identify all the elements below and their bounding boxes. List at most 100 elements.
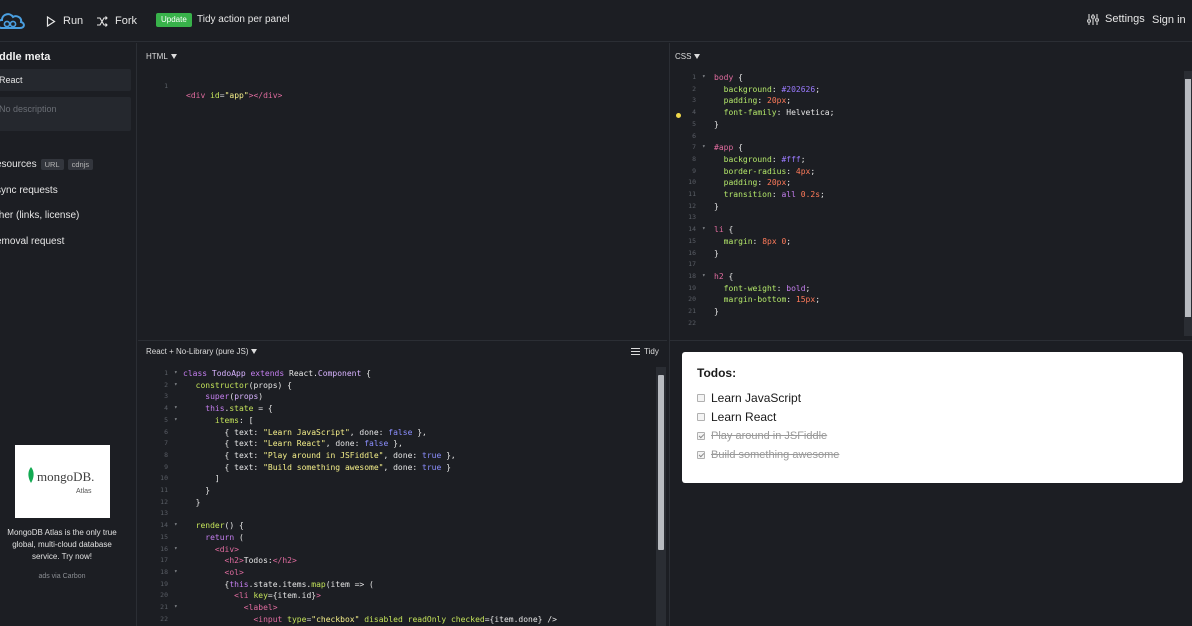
caret-down-icon [694,54,701,59]
html-code[interactable]: 1 <div id="app"></div> [150,73,282,100]
ad-brand: mongoDB. [37,469,95,484]
css-code[interactable]: 1 ▾ body { 2 background: #202626; 3 paddin… [678,73,834,327]
line-number: 10 [688,178,696,187]
fold-icon[interactable]: ▾ [174,568,178,575]
ad-via-link[interactable]: ads via Carbon [0,573,124,580]
line-number: 12 [160,497,168,506]
line-number: 4 [692,108,696,117]
line-number: 5 [692,119,696,128]
fold-icon[interactable]: ▾ [702,272,706,279]
resources-label: esources [0,159,37,170]
line-number: 9 [164,462,168,471]
html-editor-panel[interactable] [138,43,667,340]
line-number: 21 [160,603,168,611]
css-scrollbar[interactable] [1184,71,1192,336]
caret-down-icon [251,349,258,354]
line-number: 2 [692,84,696,93]
update-badge[interactable]: Update [156,13,192,27]
fold-icon[interactable]: ▾ [174,416,178,423]
fold-icon[interactable]: ▾ [174,369,178,376]
fold-icon[interactable]: ▾ [702,225,706,232]
ad-sub: Atlas [76,488,92,495]
todo-text: Learn JavaScript [711,391,802,405]
todo-checkbox [697,413,705,421]
line-number: 22 [160,614,168,623]
fork-label: Fork [115,15,137,27]
url-tag[interactable]: URL [40,159,64,170]
todo-checkbox [697,394,705,402]
carbon-ad-image[interactable]: mongoDB. Atlas [15,445,110,518]
cdnjs-tag[interactable]: cdnjs [67,159,94,170]
line-number: 6 [692,131,696,140]
fiddle-name-input[interactable]: React [0,69,131,91]
todo-item: Learn React [697,410,776,424]
sidebar-item-removal-request[interactable]: emoval request [0,236,64,247]
jsfiddle-logo-icon[interactable] [0,8,26,34]
html-label-text: HTML [146,52,168,61]
fold-icon[interactable]: ▾ [174,404,178,411]
line-number: 7 [164,439,168,448]
line-number: 1 [164,369,168,377]
line-number: 20 [688,295,696,304]
line-number: 15 [160,532,168,541]
scrollbar-thumb[interactable] [1185,79,1191,317]
tidy-label: Tidy [644,347,659,356]
line-number: 19 [688,283,696,292]
line-number: 7 [692,143,696,152]
fork-button[interactable]: Fork [96,12,137,30]
fold-icon[interactable]: ▾ [174,521,178,528]
tidy-button[interactable]: Tidy [631,347,659,356]
tidy-action-label: Tidy action per panel [197,14,290,25]
html-panel-label[interactable]: HTML [146,52,177,61]
fold-icon[interactable]: ▾ [174,381,178,388]
top-bar: Run Fork Update Tidy action per panel Se… [0,0,1192,42]
sidebar-item-other[interactable]: ther (links, license) [0,210,79,221]
todo-item: Play around in JSFiddle [697,430,827,442]
fold-icon[interactable]: ▾ [702,143,706,150]
line-number: 11 [160,486,168,494]
css-label-text: CSS [675,52,692,61]
line-number: 18 [688,271,696,280]
sidebar-item-resources[interactable]: esources URL cdnjs [0,159,94,170]
line-number: 15 [688,236,696,245]
line-number: 1 [164,82,168,90]
js-panel-label[interactable]: React + No-Library (pure JS) [146,347,258,356]
line-number: 18 [160,567,168,576]
line-number: 17 [688,260,696,269]
line-number: 6 [164,427,168,436]
fiddle-description-input[interactable]: No description [0,97,131,131]
ad-text[interactable]: MongoDB Atlas is the only true global, m… [0,527,124,563]
sidebar-item-async-requests[interactable]: sync requests [0,185,58,196]
line-number: 1 [692,73,696,81]
scrollbar-thumb[interactable] [658,375,664,550]
settings-label: Settings [1105,13,1145,25]
line-number: 10 [160,474,168,483]
line-number: 17 [160,556,168,565]
run-label: Run [63,15,84,27]
fold-icon[interactable]: ▾ [174,545,178,552]
line-number: 13 [160,509,168,518]
settings-button[interactable]: Settings [1087,13,1145,25]
fold-icon[interactable]: ▾ [174,603,178,610]
line-number: 12 [688,201,696,210]
todo-text: Build something awesome [711,449,840,461]
mongodb-leaf-icon [28,467,34,483]
line-number: 13 [688,213,696,222]
js-code[interactable]: 1 ▾ class TodoApp extends React.Component … [150,369,557,624]
line-number: 16 [688,248,696,257]
line-number: 3 [164,392,168,401]
run-button[interactable]: Run [46,12,83,30]
play-icon [46,15,56,27]
sign-in-link[interactable]: Sign in [1152,14,1186,26]
line-number: 8 [692,154,696,163]
line-number: 20 [160,591,168,600]
todo-text: Learn React [711,410,777,424]
css-panel-label[interactable]: CSS [675,52,701,61]
fold-icon[interactable]: ▾ [702,73,706,80]
line-number: 14 [160,521,168,530]
line-number: 16 [160,544,168,553]
js-scrollbar[interactable] [656,367,666,626]
line-number: 2 [164,380,168,389]
line-number: 4 [164,404,168,413]
caret-down-icon [170,54,177,59]
